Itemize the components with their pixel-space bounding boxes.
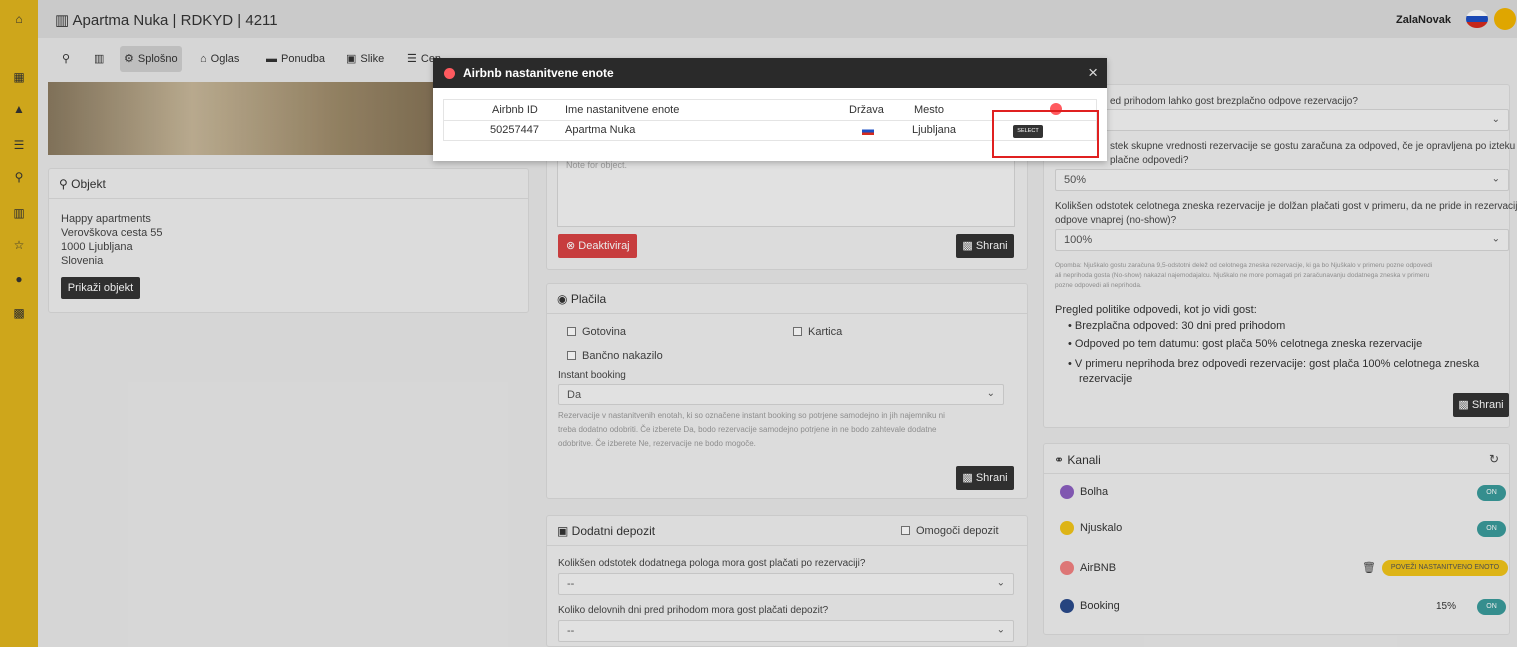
modal-title: Airbnb nastanitvene enote [463,66,614,80]
slovenia-flag-icon [862,127,874,135]
col-city: Mesto [914,104,944,116]
col-unit-name: Ime nastanitvene enote [565,104,680,116]
row-airbnb-id: 50257447 [490,124,539,136]
col-airbnb-id: Airbnb ID [492,104,538,116]
col-country: Država [849,104,884,116]
close-icon[interactable]: × [1088,63,1098,83]
row-unit-name: Apartma Nuka [565,124,636,136]
modal-header: Airbnb nastanitvene enote × [433,58,1107,88]
highlight-box [992,110,1099,158]
airbnb-icon [444,68,455,79]
row-city: Ljubljana [912,124,957,136]
